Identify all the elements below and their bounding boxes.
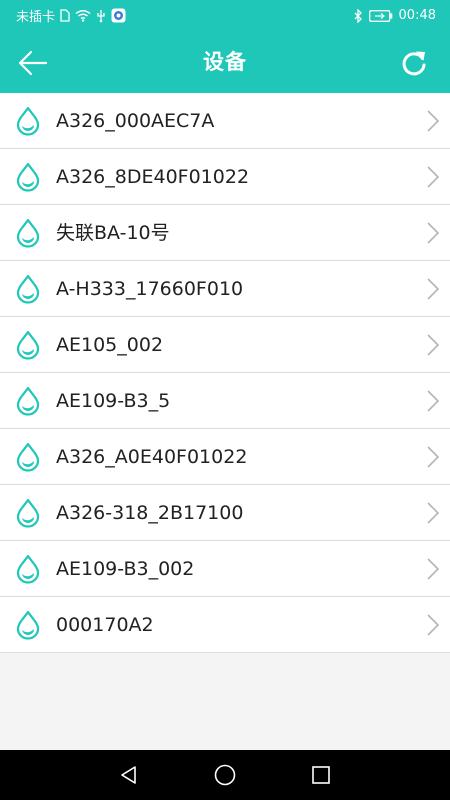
water-drop-icon bbox=[16, 386, 40, 416]
device-name: 失联BA-10号 bbox=[56, 222, 170, 244]
battery-charging-icon bbox=[368, 9, 393, 22]
recents-square-icon[interactable] bbox=[310, 764, 332, 786]
app-notification-icon bbox=[111, 8, 126, 23]
device-row[interactable]: A326_8DE40F01022 bbox=[0, 149, 450, 205]
device-row[interactable]: 000170A2 bbox=[0, 597, 450, 653]
device-row[interactable]: A-H333_17660F010 bbox=[0, 261, 450, 317]
device-list: A326_000AEC7A A326_8DE40F01022 失联BA-10号 A-H… bbox=[0, 93, 450, 653]
chevron-right-icon bbox=[427, 166, 440, 188]
device-name: A326_A0E40F01022 bbox=[56, 446, 248, 468]
device-row[interactable]: A326_A0E40F01022 bbox=[0, 429, 450, 485]
water-drop-icon bbox=[16, 162, 40, 192]
refresh-icon bbox=[402, 51, 426, 76]
wifi-icon bbox=[75, 9, 91, 22]
device-name: A326_000AEC7A bbox=[56, 110, 215, 132]
status-bar: 未插卡 00:48 bbox=[0, 0, 450, 31]
chevron-right-icon bbox=[427, 390, 440, 412]
device-name: AE109-B3_002 bbox=[56, 558, 195, 580]
system-nav-bar bbox=[0, 750, 450, 800]
chevron-right-icon bbox=[427, 278, 440, 300]
device-name: A-H333_17660F010 bbox=[56, 278, 244, 300]
water-drop-icon bbox=[16, 106, 40, 136]
chevron-right-icon bbox=[427, 110, 440, 132]
chevron-right-icon bbox=[427, 334, 440, 356]
chevron-right-icon bbox=[427, 558, 440, 580]
device-row[interactable]: A326-318_2B17100 bbox=[0, 485, 450, 541]
page-title: 设备 bbox=[203, 50, 247, 74]
water-drop-icon bbox=[16, 330, 40, 360]
device-row[interactable]: AE109-B3_002 bbox=[0, 541, 450, 597]
device-row[interactable]: AE109-B3_5 bbox=[0, 373, 450, 429]
water-drop-icon bbox=[16, 218, 40, 248]
empty-area bbox=[0, 655, 450, 750]
water-drop-icon bbox=[16, 554, 40, 584]
device-name: 000170A2 bbox=[56, 614, 154, 636]
home-circle-icon[interactable] bbox=[214, 764, 236, 786]
water-drop-icon bbox=[16, 274, 40, 304]
device-name: AE109-B3_5 bbox=[56, 390, 171, 412]
usb-icon bbox=[96, 9, 106, 23]
chevron-right-icon bbox=[427, 614, 440, 636]
device-name: A326_8DE40F01022 bbox=[56, 166, 250, 188]
water-drop-icon bbox=[16, 442, 40, 472]
chevron-right-icon bbox=[427, 446, 440, 468]
refresh-button[interactable] bbox=[392, 41, 436, 85]
back-triangle-icon[interactable] bbox=[118, 764, 140, 786]
water-drop-icon bbox=[16, 498, 40, 528]
device-name: A326-318_2B17100 bbox=[56, 502, 244, 524]
clock-text: 00:48 bbox=[398, 8, 436, 23]
chevron-right-icon bbox=[427, 502, 440, 524]
device-row[interactable]: A326_000AEC7A bbox=[0, 93, 450, 149]
chevron-right-icon bbox=[427, 222, 440, 244]
app-bar: 设备 bbox=[0, 31, 450, 93]
device-name: AE105_002 bbox=[56, 334, 164, 356]
water-drop-icon bbox=[16, 610, 40, 640]
bluetooth-icon bbox=[354, 8, 363, 23]
device-row[interactable]: AE105_002 bbox=[0, 317, 450, 373]
device-row[interactable]: 失联BA-10号 bbox=[0, 205, 450, 261]
carrier-text: 未插卡 bbox=[16, 10, 56, 25]
sim-doc-icon bbox=[60, 9, 70, 22]
